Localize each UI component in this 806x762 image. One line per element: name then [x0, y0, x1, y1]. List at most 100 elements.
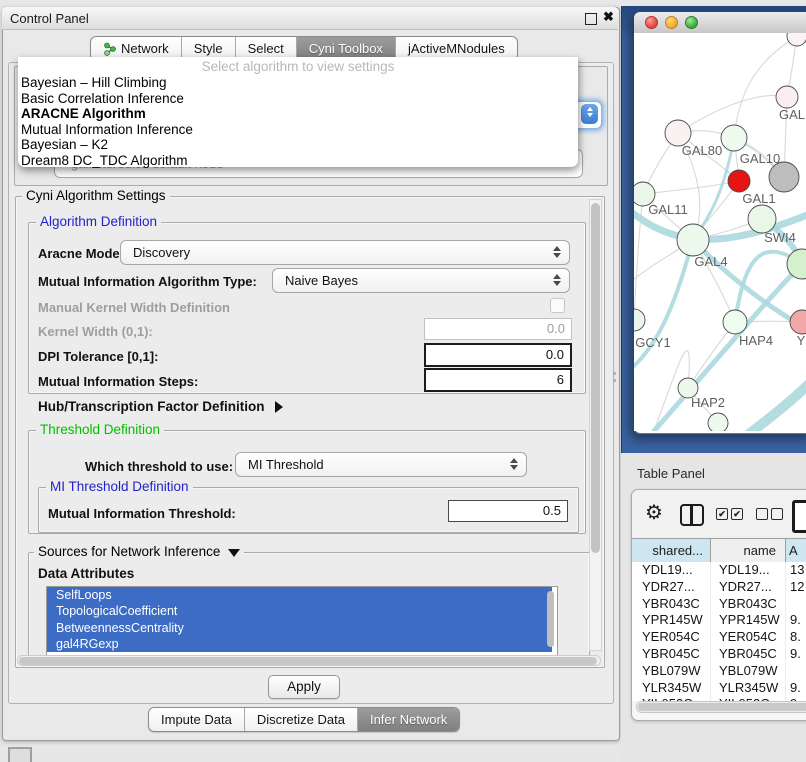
sources-title-text: Sources for Network Inference [38, 544, 220, 559]
tab-impute-data[interactable]: Impute Data [149, 708, 244, 731]
gear-icon[interactable]: ⚙ [645, 501, 663, 525]
bottom-tab-bar: Impute Data Discretize DataInfer Network [148, 707, 460, 732]
settings-horizontal-scrollbar-thumb[interactable] [19, 657, 597, 665]
select-all-checkbox-icon[interactable]: ✔ [731, 508, 743, 520]
list-scrollbar-thumb[interactable] [547, 591, 554, 647]
table-row[interactable]: YPR145WYPR145W9. [632, 612, 806, 629]
algorithm-option[interactable]: Bayesian – K2 [18, 137, 578, 153]
network-node[interactable] [769, 162, 799, 192]
network-node-swi4[interactable] [748, 205, 776, 233]
table-row[interactable]: YDL19...YDL19...13 [632, 562, 806, 579]
table-cell: YPR145W [632, 612, 711, 629]
network-node-label: GAL80 [682, 143, 722, 158]
combo-spinner-icon [552, 274, 562, 286]
network-node-gal1[interactable] [728, 170, 750, 192]
network-canvas[interactable]: GALGAL80GAL10GAL1GAL11SWI4GAL4GCY1HAP4YH… [634, 33, 806, 431]
algorithm-dropdown-list: Bayesian – Hill ClimbingBasic Correlatio… [18, 75, 578, 168]
algorithm-option[interactable]: Dream8 DC_TDC Algorithm [18, 153, 578, 169]
data-attributes-list[interactable]: SelfLoopsTopologicalCoefficientBetweenne… [46, 586, 558, 656]
mi-threshold-definition-title: MI Threshold Definition [46, 480, 193, 494]
splitter-grip-dot[interactable] [613, 372, 616, 375]
control-panel-titlebar[interactable] [2, 7, 618, 30]
splitter-grip-dot[interactable] [613, 379, 616, 382]
apply-button[interactable]: Apply [268, 675, 340, 699]
close-icon[interactable]: ✖ [603, 9, 614, 25]
tab-label: Impute Data [161, 708, 232, 731]
deselect-all-checkbox-icon[interactable] [771, 508, 783, 520]
mi-steps-label: Mutual Information Steps: [38, 374, 198, 389]
mi-algorithm-type-combobox[interactable]: Naive Bayes [272, 268, 570, 293]
column-header-shared-name[interactable]: shared... [632, 539, 711, 562]
table-row[interactable]: YBR045CYBR045C9. [632, 646, 806, 663]
table-toolbar: ⚙ ✔ ✔ [632, 490, 806, 538]
table-cell: YDR27... [632, 579, 711, 596]
manual-kernel-width-checkbox[interactable] [550, 298, 565, 313]
data-attributes-label: Data Attributes [38, 566, 134, 581]
tab-infer-network[interactable]: Infer Network [357, 708, 459, 731]
network-node-gal4[interactable] [677, 224, 709, 256]
window-close-traffic-light-icon[interactable] [645, 16, 658, 29]
table-row[interactable]: YBR043CYBR043C [632, 596, 806, 613]
table-horizontal-scrollbar-thumb[interactable] [638, 703, 806, 711]
network-node-hap4[interactable] [723, 310, 747, 334]
window-minimize-traffic-light-icon[interactable] [665, 16, 678, 29]
algorithm-dropdown-hint: Select algorithm to view settings [18, 59, 578, 75]
table-cell: YDL19... [632, 562, 711, 579]
hub-definition-label: Hub/Transcription Factor Definition [38, 399, 265, 414]
data-attribute-item-selected[interactable]: gal4RGexp [47, 636, 552, 652]
kernel-width-field[interactable]: 0.0 [424, 318, 572, 340]
table-cell: YBL079W [632, 663, 711, 680]
collapsed-panel-grip[interactable] [8, 747, 32, 762]
combo-spinner-icon [552, 246, 562, 258]
aracne-mode-combobox[interactable]: Discovery [120, 240, 570, 265]
table-cell: 13 [786, 562, 806, 579]
float-window-icon[interactable] [585, 13, 597, 25]
application-root: Control Panel ✖ NetworkStyleSelectCyni T… [0, 0, 806, 762]
mi-threshold-field[interactable]: 0.5 [448, 500, 568, 522]
mi-algorithm-type-value: Naive Bayes [285, 269, 358, 293]
network-window-titlebar[interactable] [634, 12, 806, 34]
table-body: YDL19...YDL19...13YDR27...YDR27...12YBR0… [632, 562, 806, 701]
network-node-gcy1[interactable] [634, 309, 645, 331]
algorithm-option[interactable]: ARACNE Algorithm [18, 106, 578, 122]
data-attribute-item-selected[interactable]: SelfLoops [47, 587, 552, 603]
table-row[interactable]: YBL079WYBL079W [632, 663, 806, 680]
table-row[interactable]: YER054CYER054C8. [632, 629, 806, 646]
algorithm-option[interactable]: Bayesian – Hill Climbing [18, 75, 578, 91]
control-panel-title: Control Panel [10, 11, 89, 26]
tab-discretize-data[interactable]: Discretize Data [244, 708, 357, 731]
dpi-tolerance-label: DPI Tolerance [0,1]: [38, 349, 158, 364]
dpi-tolerance-field[interactable]: 0.0 [424, 343, 572, 367]
network-node-gal10[interactable] [721, 125, 747, 151]
settings-vertical-scrollbar-thumb[interactable] [591, 203, 600, 553]
export-table-icon[interactable] [792, 500, 806, 533]
network-node-gal[interactable] [776, 86, 798, 108]
window-zoom-traffic-light-icon[interactable] [685, 16, 698, 29]
table-row[interactable]: YLR345WYLR345W9. [632, 680, 806, 697]
network-icon [103, 42, 117, 56]
select-all-checkbox-icon[interactable]: ✔ [716, 508, 728, 520]
column-header-partial[interactable]: A [786, 539, 806, 562]
algorithm-option[interactable]: Basic Correlation Inference [18, 91, 578, 107]
network-node[interactable] [787, 33, 806, 46]
table-cell: 9. [786, 612, 806, 629]
data-attribute-item-selected[interactable]: BetweennessCentrality [47, 620, 552, 636]
which-threshold-combobox[interactable]: MI Threshold [235, 452, 527, 477]
table-cell: YLR345W [632, 680, 711, 697]
column-header-name[interactable]: name [711, 539, 786, 562]
aracne-mode-label: Aracne Mode: [38, 246, 124, 261]
hub-definition-expander[interactable]: Hub/Transcription Factor Definition [38, 399, 283, 414]
network-node-y[interactable] [790, 310, 806, 334]
data-attribute-item-selected[interactable]: TopologicalCoefficient [47, 603, 552, 619]
algorithm-option[interactable]: Mutual Information Inference [18, 122, 578, 138]
split-columns-icon[interactable] [680, 504, 704, 526]
mi-steps-field[interactable]: 6 [424, 368, 572, 392]
network-node-label: GAL4 [694, 254, 727, 269]
sources-group-title[interactable]: Sources for Network Inference [34, 545, 244, 559]
network-node-label: GAL1 [742, 191, 775, 206]
deselect-all-checkbox-icon[interactable] [756, 508, 768, 520]
table-row[interactable]: YDR27...YDR27...12 [632, 579, 806, 596]
table-cell: YPR145W [711, 612, 786, 629]
table-cell: 12 [786, 579, 806, 596]
network-node[interactable] [708, 413, 728, 431]
